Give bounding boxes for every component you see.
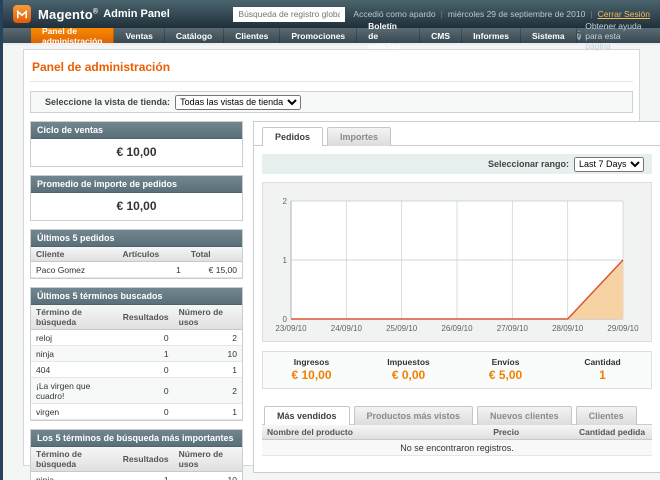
card-title: Promedio de importe de pedidos bbox=[31, 176, 242, 193]
top-search-terms-card: Los 5 términos de búsqueda más important… bbox=[30, 429, 243, 480]
store-view-select[interactable]: Todas las vistas de tienda bbox=[175, 95, 301, 110]
tab-bestsellers[interactable]: Más vendidos bbox=[264, 406, 350, 425]
bestsellers-grid: Nombre del producto Precio Cantidad pedi… bbox=[262, 425, 652, 456]
store-view-label: Seleccione la vista de tienda: bbox=[45, 97, 170, 107]
header: Magento® Admin Panel Accedió como apardo… bbox=[3, 0, 660, 28]
card-title: Los 5 términos de búsqueda más important… bbox=[31, 430, 242, 447]
column-header: Término de búsqueda bbox=[31, 447, 118, 472]
svg-text:23/09/10: 23/09/10 bbox=[275, 324, 307, 333]
table-row[interactable]: reloj02 bbox=[31, 330, 242, 346]
nav-item-customers[interactable]: Clientes bbox=[224, 28, 280, 43]
card-title: Últimos 5 pedidos bbox=[31, 230, 242, 247]
total-quantity: Cantidad 1 bbox=[554, 357, 651, 382]
svg-text:1: 1 bbox=[283, 256, 288, 265]
svg-text:27/09/10: 27/09/10 bbox=[497, 324, 529, 333]
grid-tabbar: Más vendidos Productos más vistos Nuevos… bbox=[262, 401, 652, 425]
brand-title: Magento® bbox=[38, 7, 98, 22]
last-orders-card: Últimos 5 pedidos Cliente Artículos Tota… bbox=[30, 229, 243, 279]
nav-item-promotions[interactable]: Promociones bbox=[280, 28, 357, 43]
lifetime-sales-value: € 10,00 bbox=[31, 139, 242, 166]
svg-text:25/09/10: 25/09/10 bbox=[386, 324, 418, 333]
card-title: Ciclo de ventas bbox=[31, 122, 242, 139]
svg-text:2: 2 bbox=[283, 197, 288, 206]
table-row[interactable]: 40401 bbox=[31, 362, 242, 378]
nav-item-cms[interactable]: CMS bbox=[420, 28, 462, 43]
current-date: miércoles 29 de septiembre de 2010 bbox=[448, 9, 586, 19]
total-shipping: Envíos € 5,00 bbox=[457, 357, 554, 382]
column-header: Número de usos bbox=[174, 447, 242, 472]
total-revenue: Ingresos € 10,00 bbox=[263, 357, 360, 382]
column-header: Cantidad pedida bbox=[574, 425, 652, 440]
range-bar: Seleccionar rango: Last 7 Days bbox=[262, 154, 652, 174]
totals-bar: Ingresos € 10,00 Impuestos € 0,00 Envíos… bbox=[262, 351, 652, 389]
store-view-bar: Seleccione la vista de tienda: Todas las… bbox=[30, 91, 633, 113]
nav-item-system[interactable]: Sistema bbox=[521, 28, 577, 43]
global-search-input[interactable] bbox=[233, 7, 345, 22]
tab-importes[interactable]: Importes bbox=[327, 127, 391, 146]
column-header: Precio bbox=[488, 425, 574, 440]
svg-text:24/09/10: 24/09/10 bbox=[331, 324, 363, 333]
last-search-terms-card: Últimos 5 términos buscados Término de b… bbox=[30, 287, 243, 421]
table-row[interactable]: Paco Gomez 1 € 15,00 bbox=[31, 262, 242, 278]
table-row[interactable]: virgen01 bbox=[31, 404, 242, 420]
table-row[interactable]: ninja110 bbox=[31, 346, 242, 362]
range-select[interactable]: Last 7 Days bbox=[574, 157, 644, 172]
lifetime-sales-card: Ciclo de ventas € 10,00 bbox=[30, 121, 243, 167]
nav-item-sales[interactable]: Ventas bbox=[114, 28, 164, 43]
help-icon: ? bbox=[577, 31, 582, 40]
column-header: Número de usos bbox=[174, 305, 242, 330]
logged-in-as: Accedió como apardo bbox=[353, 9, 435, 19]
nav-item-dashboard[interactable]: Panel de administración bbox=[31, 28, 114, 43]
dashboard-panel: Pedidos Importes Seleccionar rango: Last… bbox=[253, 121, 660, 473]
brand-subtitle: Admin Panel bbox=[103, 8, 170, 20]
orders-chart: 0 1 2 23/09/10 24/09/10 25/09/10 26/09/10 27/09… bbox=[262, 182, 652, 342]
tab-customers[interactable]: Clientes bbox=[576, 406, 637, 425]
divider bbox=[30, 81, 633, 82]
area-chart-svg: 0 1 2 23/09/10 24/09/10 25/09/10 26/09/10 27/09… bbox=[265, 191, 649, 339]
chart-tabbar: Pedidos Importes bbox=[254, 122, 660, 146]
average-orders-card: Promedio de importe de pedidos € 10,00 bbox=[30, 175, 243, 221]
tab-pedidos[interactable]: Pedidos bbox=[262, 127, 323, 146]
content-card: Panel de administración Seleccione la vi… bbox=[23, 49, 640, 466]
main-nav: Panel de administración Ventas Catálogo … bbox=[3, 28, 660, 45]
column-header: Término de búsqueda bbox=[31, 305, 118, 330]
range-label: Seleccionar rango: bbox=[488, 159, 569, 169]
nav-item-newsletter[interactable]: Boletín de noticias bbox=[357, 28, 420, 43]
column-header: Total bbox=[186, 247, 242, 262]
empty-message: No se encontraron registros. bbox=[262, 440, 652, 456]
help-link[interactable]: ? Obtener ayuda para esta página bbox=[577, 28, 660, 43]
column-header: Cliente bbox=[31, 247, 117, 262]
nav-item-catalog[interactable]: Catálogo bbox=[165, 28, 224, 43]
tab-new-customers[interactable]: Nuevos clientes bbox=[477, 406, 572, 425]
svg-text:28/09/10: 28/09/10 bbox=[552, 324, 584, 333]
magento-admin-window: Magento® Admin Panel Accedió como apardo… bbox=[0, 0, 660, 480]
nav-item-reports[interactable]: Informes bbox=[462, 28, 521, 43]
dashboard-sidebar: Ciclo de ventas € 10,00 Promedio de impo… bbox=[30, 121, 243, 480]
column-header: Resultados bbox=[118, 447, 174, 472]
magento-logo-icon bbox=[13, 5, 31, 23]
average-orders-value: € 10,00 bbox=[31, 193, 242, 220]
svg-text:26/09/10: 26/09/10 bbox=[441, 324, 473, 333]
logout-link[interactable]: Cerrar Sesión bbox=[598, 9, 650, 19]
card-title: Últimos 5 términos buscados bbox=[31, 288, 242, 305]
column-header: Artículos bbox=[117, 247, 185, 262]
page-title: Panel de administración bbox=[32, 60, 633, 74]
tab-most-viewed[interactable]: Productos más vistos bbox=[354, 406, 474, 425]
session-info: Accedió como apardo miércoles 29 de septi… bbox=[353, 9, 650, 19]
column-header: Resultados bbox=[118, 305, 174, 330]
svg-text:0: 0 bbox=[283, 315, 288, 324]
table-row[interactable]: ninja110 bbox=[31, 472, 242, 480]
svg-text:29/09/10: 29/09/10 bbox=[607, 324, 639, 333]
total-tax: Impuestos € 0,00 bbox=[360, 357, 457, 382]
table-row[interactable]: ¡La virgen que cuadro!02 bbox=[31, 378, 242, 404]
column-header: Nombre del producto bbox=[262, 425, 488, 440]
